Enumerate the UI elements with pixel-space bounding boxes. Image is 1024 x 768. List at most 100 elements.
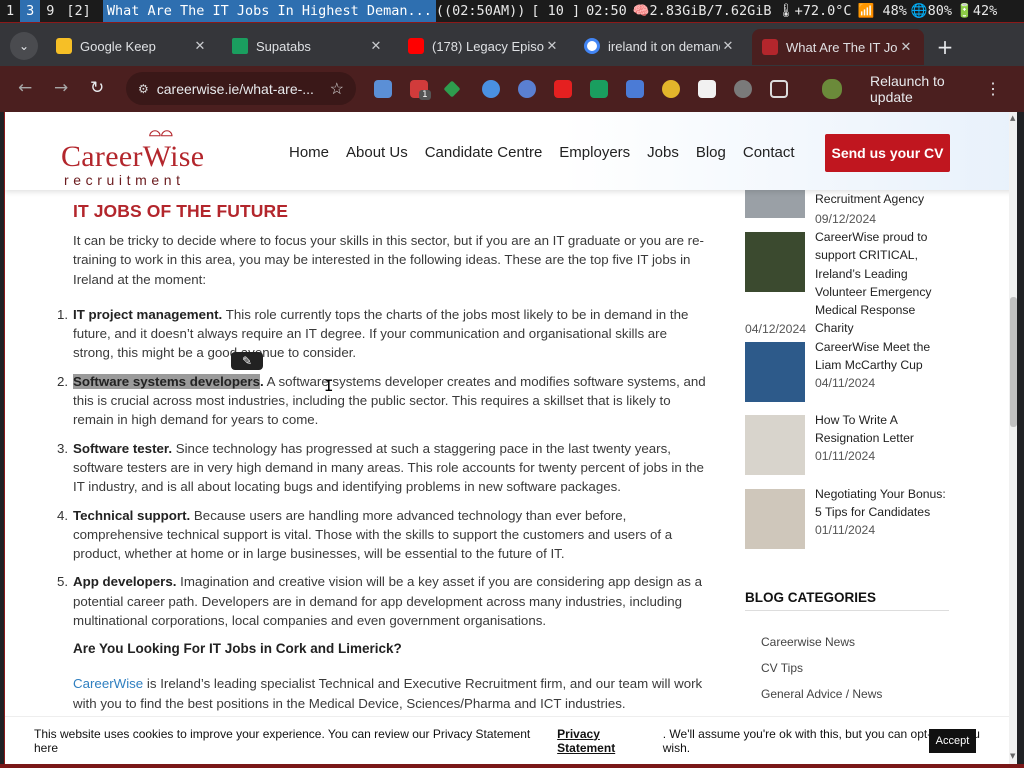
uptime-readout: ((02:50AM)) bbox=[435, 3, 526, 19]
window-title: What Are The IT Jobs In Highest Deman... bbox=[102, 0, 436, 22]
post-date: 01/11/2024 bbox=[815, 449, 876, 463]
youtube-extension-icon[interactable] bbox=[554, 80, 572, 98]
tab-google-keep[interactable]: Google Keep ✕ bbox=[46, 29, 218, 63]
category-link[interactable]: Careerwise News bbox=[761, 635, 855, 649]
network-readout: 🌐80% bbox=[910, 3, 953, 19]
moon-extension-icon[interactable] bbox=[518, 80, 536, 98]
post-thumbnail[interactable] bbox=[745, 342, 805, 402]
tab-search-button[interactable]: ⌄ bbox=[10, 32, 38, 60]
privacy-statement-link[interactable]: Privacy Statement bbox=[557, 727, 661, 755]
list-number: 1. bbox=[57, 306, 69, 322]
workspace-1[interactable]: 1 bbox=[0, 0, 20, 22]
url-text: careerwise.ie/what-are-... bbox=[156, 80, 314, 97]
cork-limerick-heading: Are You Looking For IT Jobs in Cork and … bbox=[73, 641, 402, 657]
careerwise-link[interactable]: CareerWise bbox=[73, 676, 143, 691]
careerwise-logo[interactable]: ⌓⌓ CareerWise recruitment bbox=[61, 122, 221, 188]
nav-contact[interactable]: Contact bbox=[743, 144, 795, 161]
tab-supatabs[interactable]: Supatabs ✕ bbox=[222, 29, 394, 63]
youtube-favicon-icon bbox=[408, 38, 424, 54]
scroll-down-icon[interactable]: ▼ bbox=[1010, 752, 1015, 760]
scroll-up-icon[interactable]: ▲ bbox=[1010, 114, 1015, 122]
chevron-down-icon: ⌄ bbox=[18, 39, 30, 53]
workspace-2[interactable]: [2] bbox=[60, 0, 96, 22]
page-scrollbar[interactable]: ▲ ▼ bbox=[1009, 112, 1017, 764]
back-arrow-icon[interactable]: ← bbox=[18, 78, 32, 98]
accept-cookies-button[interactable]: Accept bbox=[929, 729, 976, 753]
extension-badge: 1 bbox=[419, 90, 431, 100]
post-date: 04/11/2024 bbox=[815, 376, 876, 390]
category-link[interactable]: General Advice / News bbox=[761, 687, 882, 701]
divider bbox=[745, 610, 949, 611]
scrollbar-thumb[interactable] bbox=[1010, 297, 1017, 427]
post-title[interactable]: CareerWise Meet the Liam McCarthy Cup bbox=[815, 338, 955, 375]
plus-icon: + bbox=[936, 35, 954, 59]
list-item: 2. Software systems developers. A softwa… bbox=[57, 372, 709, 430]
relaunch-button[interactable]: Relaunch to update ⋮ bbox=[855, 73, 1015, 105]
speaker-extension-icon[interactable] bbox=[626, 80, 644, 98]
system-status-bar: 1 3 9 [2] What Are The IT Jobs In Highes… bbox=[0, 0, 1024, 22]
post-thumbnail[interactable] bbox=[745, 232, 805, 292]
nav-jobs[interactable]: Jobs bbox=[647, 144, 679, 161]
tab-careerwise-active[interactable]: What Are The IT Job ✕ bbox=[752, 29, 924, 65]
tab-title: Google Keep bbox=[80, 38, 156, 54]
post-title[interactable]: CareerWise proud to support CRITICAL, Ir… bbox=[815, 228, 955, 338]
nav-about-us[interactable]: About Us bbox=[346, 144, 408, 161]
address-bar[interactable]: ⚙ careerwise.ie/what-are-... ☆ bbox=[126, 72, 356, 105]
battery-readout: 🔋42% bbox=[956, 3, 998, 19]
relaunch-label: Relaunch to update bbox=[870, 73, 945, 105]
nav-employers[interactable]: Employers bbox=[559, 144, 630, 161]
post-title[interactable]: How To Write A Resignation Letter bbox=[815, 411, 955, 448]
highlight-pen-button[interactable]: ✎ bbox=[231, 352, 263, 370]
tab-youtube[interactable]: (178) Legacy Episod ✕ bbox=[398, 29, 570, 63]
blog-categories-heading: BLOG CATEGORIES bbox=[745, 590, 877, 605]
workspace-3[interactable]: 3 bbox=[20, 0, 41, 22]
close-icon[interactable]: ✕ bbox=[720, 38, 736, 54]
nav-blog[interactable]: Blog bbox=[696, 144, 726, 161]
profile-avatar[interactable] bbox=[822, 79, 842, 99]
supatabs-extension-icon[interactable] bbox=[590, 80, 608, 98]
post-thumbnail[interactable] bbox=[745, 415, 805, 475]
post-title[interactable]: Negotiating Your Bonus: 5 Tips for Candi… bbox=[815, 485, 955, 522]
list-item: 3. Software tester. Since technology has… bbox=[57, 439, 709, 497]
tab-title: (178) Legacy Episod bbox=[432, 38, 544, 54]
tab-google-search[interactable]: ireland it on demand ✕ bbox=[574, 29, 746, 63]
keep-favicon-icon bbox=[56, 38, 72, 54]
print-extension-icon[interactable] bbox=[374, 80, 392, 98]
post-date: 04/12/2024 bbox=[745, 322, 806, 336]
close-icon[interactable]: ✕ bbox=[544, 38, 560, 54]
outro-text: is Ireland’s leading specialist Technica… bbox=[73, 676, 703, 711]
new-tab-button[interactable]: + bbox=[934, 35, 956, 59]
browser-toolbar: ← → ↻ ⚙ careerwise.ie/what-are-... ☆ 1 R… bbox=[0, 66, 1024, 112]
text-cursor-icon: I bbox=[324, 376, 334, 395]
puzzle-extensions-icon[interactable] bbox=[770, 80, 788, 98]
at-sign-extension-icon[interactable] bbox=[662, 80, 680, 98]
pen-extension-icon[interactable] bbox=[443, 80, 461, 98]
list-item: 4. Technical support. Because users are … bbox=[57, 506, 709, 564]
target-extension-icon[interactable] bbox=[482, 80, 500, 98]
bookmark-star-icon[interactable]: ☆ bbox=[330, 79, 344, 99]
forward-arrow-icon[interactable]: → bbox=[54, 78, 68, 98]
reload-icon[interactable]: ↻ bbox=[90, 78, 104, 98]
tab-title: What Are The IT Job bbox=[786, 39, 898, 55]
post-thumbnail[interactable] bbox=[745, 489, 805, 549]
close-icon[interactable]: ✕ bbox=[898, 39, 914, 55]
category-link[interactable]: CV Tips bbox=[761, 661, 803, 675]
counter-readout: [ 10 ] bbox=[531, 3, 581, 19]
send-cv-button[interactable]: Send us your CV bbox=[825, 134, 950, 172]
cookie-text: This website uses cookies to improve you… bbox=[34, 726, 531, 755]
close-icon[interactable]: ✕ bbox=[192, 38, 208, 54]
wifi-readout: 📶 48% bbox=[857, 3, 907, 19]
section-heading: IT JOBS OF THE FUTURE bbox=[73, 201, 289, 221]
post-title[interactable]: Recruitment Agency bbox=[815, 190, 955, 208]
upload-extension-icon[interactable] bbox=[734, 80, 752, 98]
nav-candidate-centre[interactable]: Candidate Centre bbox=[425, 144, 543, 161]
workspace-9[interactable]: 9 bbox=[40, 0, 60, 22]
list-number: 5. bbox=[57, 574, 69, 590]
post-date: 09/12/2024 bbox=[815, 212, 876, 226]
menu-dots-icon[interactable]: ⋮ bbox=[985, 79, 1001, 99]
nav-home[interactable]: Home bbox=[289, 144, 329, 161]
site-info-icon[interactable]: ⚙ bbox=[138, 82, 149, 96]
close-icon[interactable]: ✕ bbox=[368, 38, 384, 54]
glasses-extension-icon[interactable] bbox=[698, 80, 716, 98]
item-title: Technical support. bbox=[73, 507, 191, 523]
